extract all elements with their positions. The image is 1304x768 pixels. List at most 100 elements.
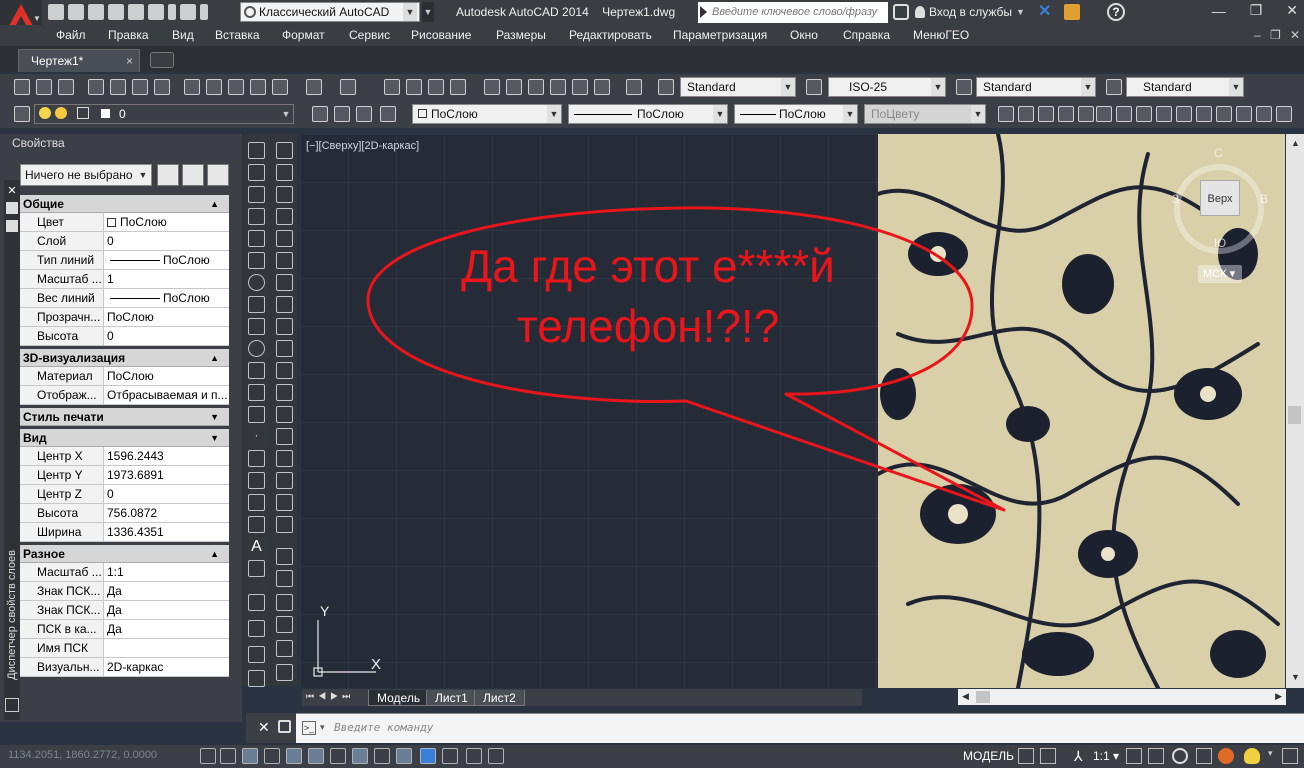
layer-properties-icon[interactable] (14, 106, 30, 122)
section-3d-visualization[interactable]: 3D-визуализация ▲ (20, 349, 229, 367)
move-icon[interactable] (276, 252, 293, 269)
redo-dropdown-icon[interactable] (200, 4, 208, 20)
prop-row[interactable]: Имя ПСК (20, 639, 229, 658)
revision-cloud-icon[interactable] (248, 296, 265, 313)
section-general[interactable]: Общие ▲ (20, 195, 229, 213)
palette-menu-icon[interactable] (6, 220, 18, 232)
prop-row[interactable]: Масштаб ... 1 (20, 270, 229, 289)
properties-icon[interactable] (484, 79, 500, 95)
chamfer-icon[interactable] (276, 450, 293, 467)
toggle-pickadd-icon[interactable] (157, 164, 179, 186)
hardware-acceleration-icon[interactable] (1218, 748, 1234, 764)
annotation-visibility-icon[interactable] (1126, 748, 1142, 764)
match-properties-icon[interactable] (250, 79, 266, 95)
hatch-to-back-icon[interactable] (276, 664, 293, 681)
table-style-select[interactable]: Standard ▼ (976, 77, 1096, 97)
undo-icon[interactable] (306, 79, 322, 95)
hatch-icon[interactable] (248, 450, 265, 467)
text-to-front-icon[interactable] (276, 640, 293, 657)
menu-file[interactable]: Файл (56, 28, 86, 42)
extend-icon[interactable] (276, 362, 293, 379)
polyline-icon[interactable] (248, 186, 265, 203)
scroll-right-icon[interactable]: ▶ (1275, 691, 1282, 702)
close-icon[interactable]: ✕ (258, 719, 270, 736)
scroll-left-icon[interactable]: ◀ (962, 691, 969, 702)
prop-row[interactable]: Цвет ПоСлою (20, 213, 229, 232)
ucs-menu[interactable]: МСК ▾ (1198, 265, 1242, 283)
menu-parametric[interactable]: Параметризация (673, 28, 767, 42)
insert-block-icon[interactable] (248, 384, 265, 401)
scale-icon[interactable] (276, 296, 293, 313)
break-at-point-icon[interactable] (276, 384, 293, 401)
bring-to-front-icon[interactable] (276, 570, 293, 587)
linetype-select[interactable]: ПоСлою ▼ (568, 104, 728, 124)
selection-dropdown[interactable]: Ничего не выбрано ▼ (20, 164, 152, 186)
center-mark-icon[interactable] (1276, 106, 1292, 122)
tool-palettes-icon[interactable] (528, 79, 544, 95)
add-selected-icon[interactable] (248, 560, 265, 577)
erase-icon[interactable] (276, 142, 293, 159)
prop-row[interactable]: Отображ... Отбрасываемая и п... (20, 386, 229, 405)
compass-west[interactable]: З (1172, 192, 1179, 206)
point-icon[interactable]: · (248, 428, 265, 445)
bring-above-icon[interactable] (276, 616, 293, 633)
model-space-toggle[interactable]: МОДЕЛЬ (963, 749, 1014, 763)
prop-row[interactable]: Слой 0 (20, 232, 229, 251)
menu-insert[interactable]: Вставка (215, 28, 260, 42)
menu-dimension[interactable]: Размеры (496, 28, 546, 42)
tab-layout1[interactable]: Лист1 (426, 690, 477, 706)
annotation-scale[interactable]: 1:1 ▾ (1093, 749, 1119, 763)
dim-space-icon[interactable] (1216, 106, 1232, 122)
auto-scale-icon[interactable] (1148, 748, 1164, 764)
prop-row[interactable]: Центр Y 1973.6891 (20, 466, 229, 485)
search-input[interactable]: Введите ключевое слово/фразу (698, 2, 888, 23)
tab-drawing1[interactable]: Чертеж1* × (18, 49, 140, 72)
join-icon[interactable] (276, 428, 293, 445)
zoom-realtime-icon[interactable] (406, 79, 422, 95)
selection-cycling-icon[interactable] (488, 748, 504, 764)
dim-angular-icon[interactable] (1136, 106, 1152, 122)
copy-icon[interactable] (206, 79, 222, 95)
polygon-icon[interactable] (248, 208, 265, 225)
prop-row[interactable]: Тип линий ПоСлою (20, 251, 229, 270)
prop-row[interactable]: Вес линий ПоСлою (20, 289, 229, 308)
dim-radius-icon[interactable] (1078, 106, 1094, 122)
make-block-icon[interactable] (248, 406, 265, 423)
tab-model[interactable]: Модель (368, 690, 430, 706)
section-misc[interactable]: Разное ▲ (20, 545, 229, 563)
prop-row[interactable]: Знак ПСК... Да (20, 582, 229, 601)
multileader-style-icon[interactable] (1106, 79, 1122, 95)
scroll-up-icon[interactable]: ▲ (1291, 138, 1300, 148)
wrench-icon[interactable] (278, 720, 291, 733)
open-icon[interactable] (36, 79, 52, 95)
prop-row[interactable]: Материал ПоСлою (20, 367, 229, 386)
multiline-text-icon[interactable]: A (248, 538, 265, 555)
quick-view-drawings-icon[interactable] (1040, 748, 1056, 764)
dynamic-ucs-icon[interactable] (374, 748, 390, 764)
scroll-down-icon[interactable]: ▼ (1291, 672, 1300, 682)
autohide-icon[interactable] (6, 202, 18, 214)
offset-icon[interactable] (276, 208, 293, 225)
new-file-icon[interactable] (48, 4, 64, 20)
layer-isolate-icon[interactable] (248, 620, 265, 637)
menu-geo[interactable]: МенюГЕО (913, 28, 969, 42)
compass-south[interactable]: Ю (1214, 236, 1226, 250)
zoom-previous-icon[interactable] (450, 79, 466, 95)
circle-icon[interactable] (248, 274, 265, 291)
prop-row[interactable]: Масштаб ... 1:1 (20, 563, 229, 582)
publish-icon[interactable] (132, 79, 148, 95)
prop-row[interactable]: Высота 756.0872 (20, 504, 229, 523)
infer-constraints-icon[interactable] (200, 748, 216, 764)
prop-row[interactable]: Знак ПСК... Да (20, 601, 229, 620)
horizontal-scrollbar[interactable]: ◀ ▶ (958, 689, 1286, 705)
fillet-icon[interactable] (276, 472, 293, 489)
layers-stack-icon[interactable] (5, 698, 19, 712)
prop-row[interactable]: ПСК в ка... Да (20, 620, 229, 639)
open-file-icon[interactable] (68, 4, 84, 20)
text-style-select[interactable]: Standard ▼ (680, 77, 796, 97)
clean-screen-icon[interactable] (1282, 748, 1298, 764)
prop-row[interactable]: Высота 0 (20, 327, 229, 346)
dynamic-input-icon[interactable] (396, 748, 412, 764)
redo-icon[interactable] (340, 79, 356, 95)
menu-modify[interactable]: Редактировать (569, 28, 652, 42)
